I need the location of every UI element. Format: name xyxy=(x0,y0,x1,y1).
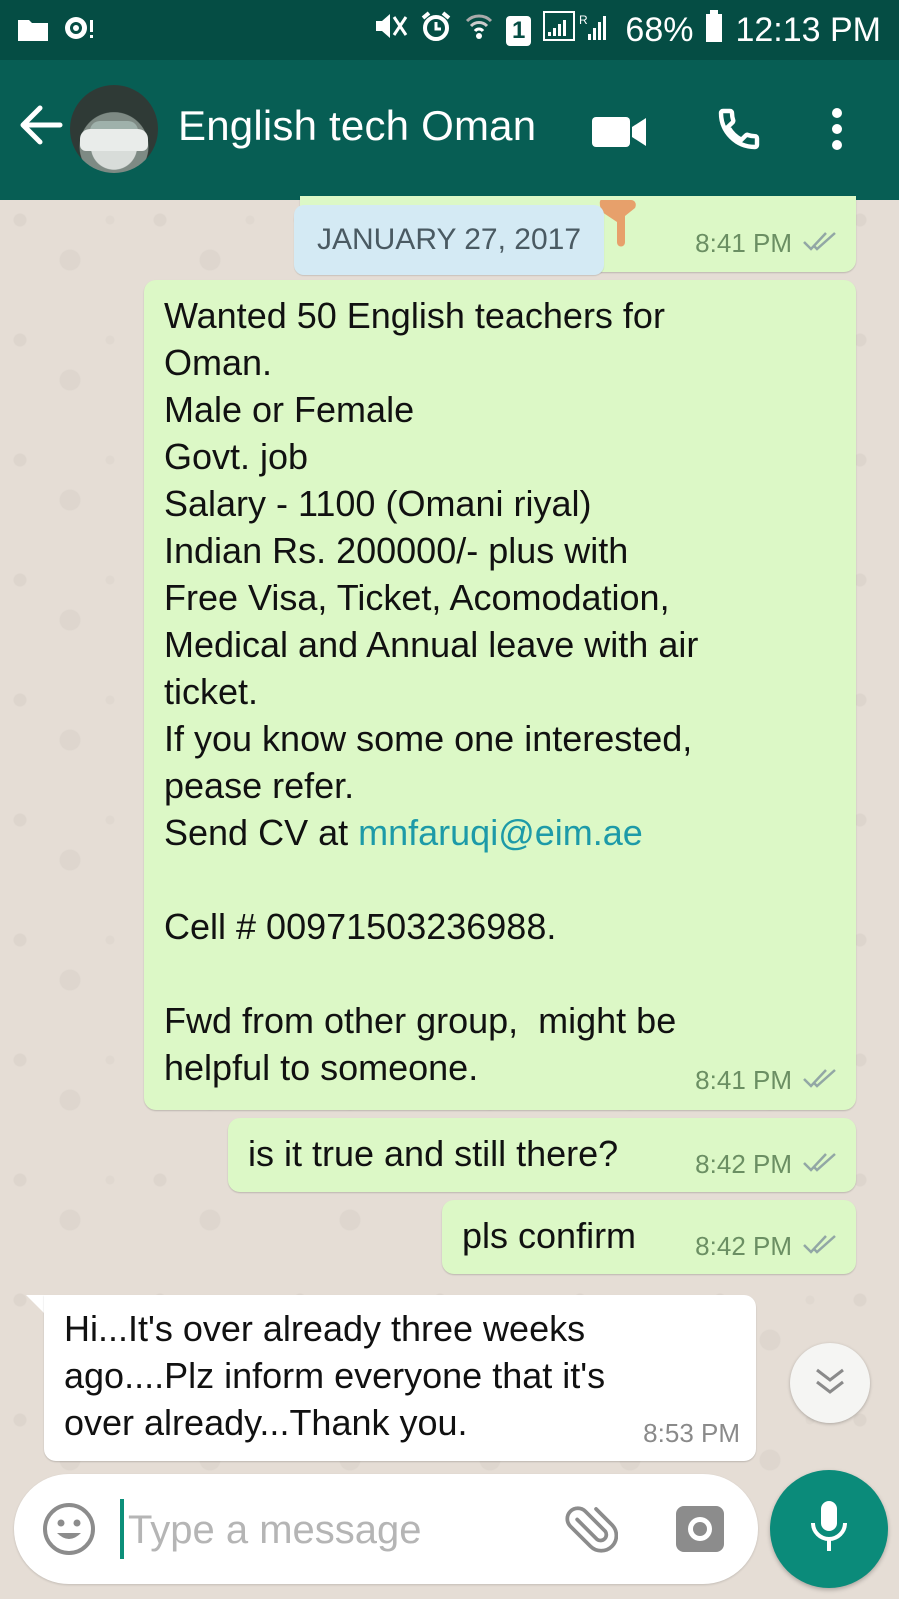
chevron-double-down-icon xyxy=(813,1366,847,1401)
more-options-icon[interactable] xyxy=(830,107,844,156)
sim-badge: 1 xyxy=(506,15,532,46)
clock: 12:13 PM xyxy=(735,11,881,49)
wifi-icon xyxy=(464,11,494,50)
message-line: Free Visa, Ticket, Acomodation, xyxy=(164,577,670,618)
camera-icon[interactable] xyxy=(674,1504,726,1559)
message-line: ago....Plz inform everyone that it's xyxy=(64,1355,606,1396)
cell-number[interactable]: Cell # 00971503236988. xyxy=(164,903,844,950)
battery-percent: 68% xyxy=(625,11,694,49)
message-line: If you know some one interested, xyxy=(164,718,693,759)
double-check-icon xyxy=(802,1231,840,1262)
chat-bubble-icon xyxy=(62,14,94,49)
paperclip-icon[interactable] xyxy=(562,1502,619,1563)
message-line: Male or Female xyxy=(164,389,415,430)
message-meta: 8:41 PM xyxy=(695,1065,840,1096)
message-meta: 8:53 PM xyxy=(643,1418,740,1449)
message-bubble-incoming[interactable]: Hi...It's over already three weeks ago..… xyxy=(44,1295,756,1461)
voice-message-button[interactable] xyxy=(770,1470,888,1588)
video-call-icon[interactable] xyxy=(592,115,646,154)
microphone-icon xyxy=(809,1499,849,1560)
message-time: 8:41 PM xyxy=(695,228,792,258)
send-cv-line: Send CV at mnfaruqi@eim.ae xyxy=(164,809,844,856)
app-bar: English tech Oman xyxy=(0,60,899,200)
message-meta: 8:42 PM xyxy=(695,1231,840,1262)
svg-text:R: R xyxy=(579,13,588,27)
message-bubble[interactable]: is it true and still there? 8:42 PM xyxy=(228,1118,856,1192)
message-text: Wanted 50 English teachers for Oman. Mal… xyxy=(164,292,844,1091)
email-link[interactable]: mnfaruqi@eim.ae xyxy=(358,812,643,853)
message-meta: 8:41 PM xyxy=(695,228,840,259)
emoji-icon[interactable] xyxy=(42,1502,96,1561)
back-arrow-icon[interactable] xyxy=(18,102,64,148)
message-line: over already...Thank you. xyxy=(64,1402,468,1443)
message-composer xyxy=(14,1474,758,1584)
message-meta: 8:42 PM xyxy=(695,1149,840,1180)
message-time: 8:41 PM xyxy=(695,1065,792,1095)
message-text: Hi...It's over already three weeks ago..… xyxy=(64,1305,605,1446)
message-line: Medical and Annual leave with air xyxy=(164,624,699,665)
message-line: Fwd from other group, might be xyxy=(164,1000,677,1041)
mute-icon xyxy=(374,11,408,50)
message-input[interactable] xyxy=(126,1494,550,1566)
message-text: is it true and still there? xyxy=(248,1133,619,1174)
signal-icon: R xyxy=(543,10,613,51)
folder-icon xyxy=(18,17,48,46)
send-cv-prefix: Send CV at xyxy=(164,812,359,853)
message-line: Oman. xyxy=(164,342,273,383)
message-bubble[interactable]: Wanted 50 English teachers for Oman. Mal… xyxy=(144,280,856,1110)
message-time: 8:53 PM xyxy=(643,1418,740,1448)
battery-icon xyxy=(705,10,723,51)
alarm-icon xyxy=(420,10,452,51)
message-line: Salary - 1100 (Omani riyal) xyxy=(164,483,592,524)
double-check-icon xyxy=(802,1065,840,1096)
contact-name[interactable]: English tech Oman xyxy=(178,102,536,150)
avatar[interactable] xyxy=(70,85,158,173)
message-text: pls confirm xyxy=(462,1215,637,1256)
message-line: ticket. xyxy=(164,671,259,712)
message-line: Wanted 50 English teachers for xyxy=(164,295,665,336)
message-line: pease refer. xyxy=(164,765,355,806)
status-bar: 1 R 68% 12:13 PM xyxy=(0,0,899,60)
message-line: Hi...It's over already three weeks xyxy=(64,1308,586,1349)
phone-icon[interactable] xyxy=(715,105,763,158)
message-line: Govt. job xyxy=(164,436,309,477)
message-line: Indian Rs. 200000/- plus with xyxy=(164,530,629,571)
text-cursor xyxy=(120,1499,124,1559)
message-time: 8:42 PM xyxy=(695,1149,792,1179)
message-time: 8:42 PM xyxy=(695,1231,792,1261)
double-check-icon xyxy=(802,228,840,259)
date-separator: JANUARY 27, 2017 xyxy=(294,205,604,275)
double-check-icon xyxy=(802,1149,840,1180)
message-bubble[interactable]: pls confirm 8:42 PM xyxy=(442,1200,856,1274)
scroll-to-bottom-button[interactable] xyxy=(790,1343,870,1423)
